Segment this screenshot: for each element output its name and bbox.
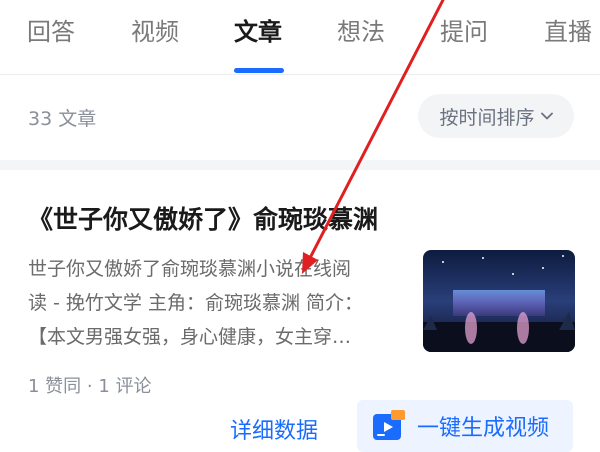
article-count: 33 文章 xyxy=(28,108,97,130)
tab-bar: 回答 视频 文章 想法 提问 直播 xyxy=(0,0,600,74)
tab-videos[interactable]: 视频 xyxy=(131,14,179,50)
tab-answers[interactable]: 回答 xyxy=(27,14,75,50)
divider xyxy=(0,74,600,75)
video-generate-icon xyxy=(371,408,407,444)
sort-label: 按时间排序 xyxy=(439,106,535,129)
generate-video-button[interactable]: 一键生成视频 xyxy=(357,400,573,452)
generate-video-label: 一键生成视频 xyxy=(417,416,550,441)
active-tab-indicator xyxy=(234,68,284,73)
tab-live[interactable]: 直播 xyxy=(544,14,592,50)
article-excerpt[interactable]: 世子你又傲娇了俞琬琰慕渊小说在线阅 读 - 挽竹文学 主角：俞琬琰慕渊 简介： … xyxy=(28,252,398,354)
sort-button[interactable]: 按时间排序 xyxy=(418,94,574,138)
tab-thoughts[interactable]: 想法 xyxy=(337,14,385,50)
tab-questions[interactable]: 提问 xyxy=(440,14,488,50)
detail-data-link[interactable]: 详细数据 xyxy=(230,413,318,445)
section-separator xyxy=(0,160,600,170)
article-title[interactable]: 《世子你又傲娇了》俞琬琰慕渊 xyxy=(28,200,588,236)
article-thumbnail[interactable] xyxy=(423,250,575,352)
article-stats: 1 赞同 · 1 评论 xyxy=(28,376,152,397)
tab-articles[interactable]: 文章 xyxy=(234,14,282,50)
chevron-down-icon xyxy=(540,108,553,124)
excerpt-line: 【本文男强女强，身心健康，女主穿… xyxy=(28,326,352,348)
excerpt-line: 读 - 挽竹文学 主角：俞琬琰慕渊 简介： xyxy=(28,292,364,314)
excerpt-line: 世子你又傲娇了俞琬琰慕渊小说在线阅 xyxy=(28,258,352,280)
